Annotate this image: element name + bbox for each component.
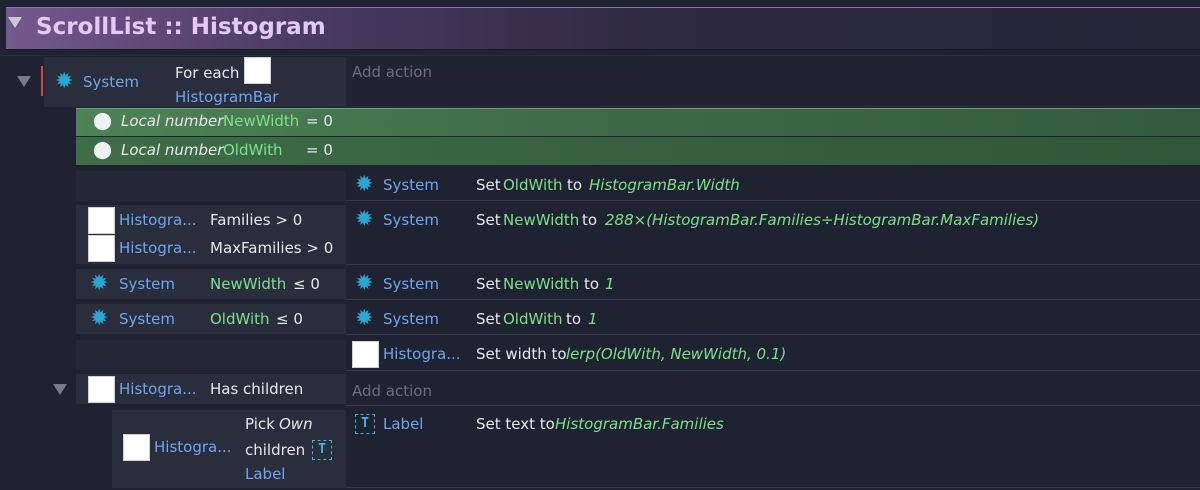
condition-object[interactable]: System bbox=[83, 73, 139, 91]
action-variable[interactable]: OldWith bbox=[503, 310, 563, 328]
gear-icon: ✹ bbox=[355, 207, 374, 232]
action-to[interactable]: to bbox=[567, 176, 582, 194]
object-thumbnail bbox=[352, 341, 379, 368]
gear-icon: ✹ bbox=[355, 172, 374, 197]
local-name[interactable]: NewWidth bbox=[223, 112, 299, 130]
condition-pick[interactable]: Pick bbox=[245, 415, 275, 433]
action-variable[interactable]: OldWith bbox=[503, 176, 563, 194]
row-separator bbox=[346, 200, 1200, 201]
local-value[interactable]: = 0 bbox=[306, 141, 333, 159]
action-to[interactable]: to bbox=[566, 310, 581, 328]
action-object[interactable]: Label bbox=[383, 415, 423, 433]
object-thumbnail bbox=[88, 376, 115, 403]
row-separator bbox=[346, 405, 1200, 406]
condition-object[interactable]: Histogra... bbox=[119, 380, 197, 398]
action-expression[interactable]: 1 bbox=[605, 275, 615, 293]
pin-icon: ⬤ bbox=[93, 140, 113, 160]
action-expression[interactable]: 288×(HistogramBar.Families÷HistogramBar.… bbox=[605, 211, 1039, 229]
gear-icon: ✹ bbox=[90, 306, 109, 331]
add-action-link[interactable]: Add action bbox=[352, 382, 432, 400]
text-object-icon: T bbox=[355, 414, 375, 434]
action-expression[interactable]: lerp(OldWith, NewWidth, 0.1) bbox=[566, 345, 786, 363]
action-object[interactable]: System bbox=[383, 275, 439, 293]
action-prefix[interactable]: Set bbox=[476, 310, 501, 328]
gear-icon: ✹ bbox=[355, 271, 374, 296]
row-separator bbox=[346, 334, 1200, 335]
condition-text[interactable]: Has children bbox=[210, 380, 303, 398]
local-value[interactable]: = 0 bbox=[306, 112, 333, 130]
row-separator bbox=[346, 370, 1200, 371]
object-thumbnail bbox=[123, 434, 150, 461]
row-separator bbox=[346, 487, 1200, 488]
condition-variable[interactable]: NewWidth bbox=[210, 275, 286, 293]
local-keyword: Local number bbox=[121, 112, 224, 130]
collapse-event-icon[interactable] bbox=[17, 76, 31, 87]
action-expression[interactable]: HistogramBar.Width bbox=[589, 176, 740, 194]
condition-object[interactable]: Histogra... bbox=[119, 239, 197, 257]
action-expression[interactable]: HistogramBar.Families bbox=[555, 415, 724, 433]
object-thumbnail bbox=[88, 207, 115, 234]
condition-operator[interactable]: ≤ 0 bbox=[293, 275, 320, 293]
action-block[interactable] bbox=[346, 57, 1200, 107]
condition-object[interactable]: System bbox=[119, 310, 175, 328]
action-object[interactable]: System bbox=[383, 310, 439, 328]
action-expression[interactable]: 1 bbox=[588, 310, 598, 328]
action-variable[interactable]: NewWidth bbox=[503, 211, 579, 229]
condition-object-param[interactable]: HistogramBar bbox=[175, 88, 278, 106]
group-title: ScrollList :: Histogram bbox=[36, 14, 326, 40]
text-object-icon: T bbox=[312, 440, 332, 460]
condition-variable[interactable]: OldWith bbox=[210, 310, 270, 328]
condition-own[interactable]: Own bbox=[279, 415, 313, 433]
condition-text[interactable]: Families > 0 bbox=[210, 211, 302, 229]
local-name[interactable]: OldWith bbox=[223, 141, 283, 159]
action-object[interactable]: Histogra... bbox=[383, 345, 461, 363]
action-text[interactable]: Set width to bbox=[476, 345, 567, 363]
row-separator bbox=[346, 264, 1200, 265]
condition-text[interactable]: MaxFamilies > 0 bbox=[210, 239, 333, 257]
empty-condition-block[interactable] bbox=[76, 340, 346, 370]
local-keyword: Local number bbox=[121, 141, 224, 159]
empty-condition-block[interactable] bbox=[76, 171, 346, 201]
selection-marker bbox=[41, 66, 43, 96]
action-prefix[interactable]: Set bbox=[476, 176, 501, 194]
gear-icon: ✹ bbox=[55, 69, 74, 94]
collapse-group-icon[interactable] bbox=[8, 17, 22, 28]
action-object[interactable]: System bbox=[383, 211, 439, 229]
gear-icon: ✹ bbox=[90, 271, 109, 296]
action-to[interactable]: to bbox=[582, 211, 597, 229]
add-action-link[interactable]: Add action bbox=[352, 63, 432, 81]
collapse-event-icon[interactable] bbox=[53, 384, 67, 395]
object-thumbnail bbox=[244, 57, 271, 84]
row-separator bbox=[0, 55, 1200, 56]
condition-object[interactable]: Histogra... bbox=[154, 438, 232, 456]
pin-icon: ⬤ bbox=[93, 111, 113, 131]
action-prefix[interactable]: Set bbox=[476, 275, 501, 293]
condition-operator[interactable]: ≤ 0 bbox=[276, 310, 303, 328]
action-variable[interactable]: NewWidth bbox=[503, 275, 579, 293]
action-text[interactable]: Set text to bbox=[476, 415, 555, 433]
condition-object[interactable]: System bbox=[119, 275, 175, 293]
action-to[interactable]: to bbox=[584, 275, 599, 293]
object-thumbnail bbox=[88, 235, 115, 262]
condition-children[interactable]: children bbox=[245, 441, 305, 459]
condition-text[interactable]: For each bbox=[175, 64, 239, 82]
row-separator bbox=[346, 299, 1200, 300]
action-prefix[interactable]: Set bbox=[476, 211, 501, 229]
action-object[interactable]: System bbox=[383, 176, 439, 194]
condition-object[interactable]: Histogra... bbox=[119, 211, 197, 229]
condition-object-param[interactable]: Label bbox=[245, 465, 285, 483]
gear-icon: ✹ bbox=[355, 306, 374, 331]
